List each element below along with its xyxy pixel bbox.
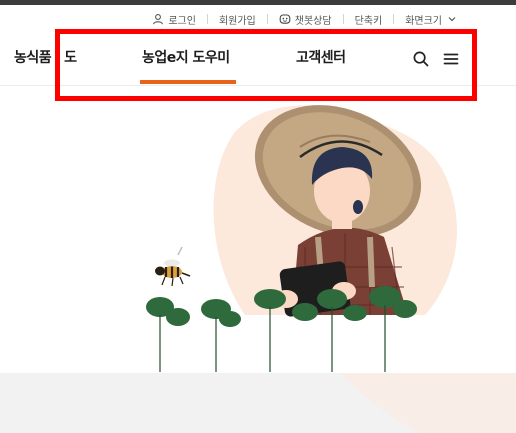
chatbot-link[interactable]: 챗봇상담 [279,12,332,27]
user-icon [152,13,164,25]
signup-label: 회원가입 [218,15,256,27]
tab-customer-center-label: 고객센터 [296,50,346,66]
zoom-label: 화면크기 [405,15,442,27]
site-title[interactable]: 농식품 도 [14,47,77,67]
divider [206,14,208,24]
shortcut-link[interactable]: 단축키 [355,12,383,27]
chatbot-label: 챗봇상담 [294,15,332,27]
site-title-suffix: 도 [64,50,77,66]
login-label: 로그인 [168,15,196,27]
utility-bar: 로그인 회원가입 챗봇상담 단축키 화면크기 [0,11,516,27]
divider [393,14,395,24]
hero-illustration [0,87,516,372]
search-icon[interactable] [412,50,430,68]
divider [266,14,268,24]
hamburger-menu-icon[interactable] [442,50,460,68]
chevron-down-icon [446,13,458,25]
login-link[interactable]: 로그인 [152,12,196,27]
bee-illustration [155,259,191,287]
chatbot-icon [279,13,291,25]
shortcut-label: 단축키 [354,15,383,27]
tab-agri-helper[interactable]: 농업e지 도우미 [142,47,230,67]
main-header: 농식품 도 농업e지 도우미 고객센터 [0,30,516,86]
tab-agri-helper-label: 농업e지 도우미 [142,50,230,66]
zoom-dropdown[interactable]: 화면크기 [405,12,458,27]
top-stripe [0,0,516,5]
tab-customer-center[interactable]: 고객센터 [296,47,346,67]
site-title-text: 농식품 [14,50,52,66]
divider [342,14,344,24]
signup-link[interactable]: 회원가입 [219,12,256,27]
bottom-section [0,373,516,433]
active-tab-indicator [140,80,236,84]
